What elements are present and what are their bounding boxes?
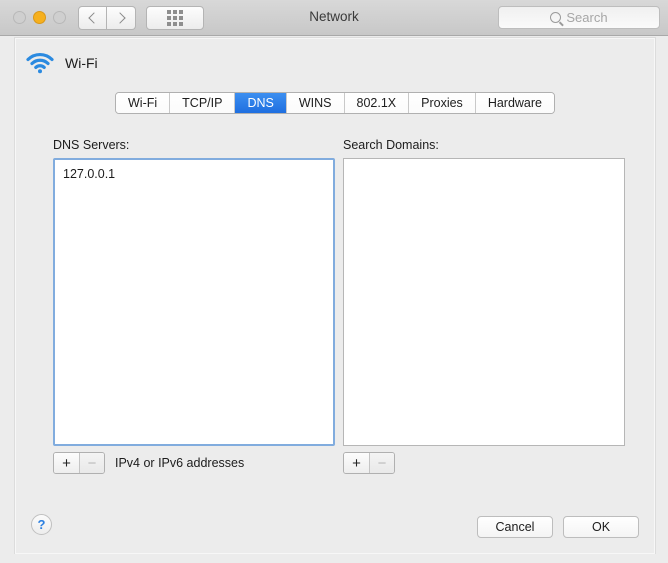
- tab-8021x[interactable]: 802.1X: [344, 93, 410, 113]
- list-item[interactable]: 127.0.0.1: [55, 160, 333, 182]
- preferences-panel: Wi-Fi Wi-Fi TCP/IP DNS WINS 802.1X Proxi…: [14, 37, 656, 554]
- tab-dns[interactable]: DNS: [235, 93, 287, 113]
- search-field[interactable]: Search: [498, 6, 660, 29]
- cancel-button[interactable]: Cancel: [477, 516, 553, 538]
- interface-header: Wi-Fi: [25, 52, 98, 74]
- dialog-actions: Cancel OK: [477, 516, 639, 538]
- search-placeholder: Search: [566, 10, 608, 25]
- dns-add-remove-group: + −: [53, 452, 105, 474]
- search-domains-section: Search Domains: + −: [343, 138, 625, 474]
- remove-dns-server-button: −: [79, 453, 104, 473]
- tab-wifi[interactable]: Wi-Fi: [116, 93, 171, 113]
- ok-button[interactable]: OK: [563, 516, 639, 538]
- help-button[interactable]: ?: [31, 514, 52, 535]
- tab-bar: Wi-Fi TCP/IP DNS WINS 802.1X Proxies Har…: [115, 92, 555, 114]
- search-domain-add-remove-group: + −: [343, 452, 395, 474]
- search-domains-list[interactable]: [343, 158, 625, 446]
- search-domains-controls: + −: [343, 452, 625, 474]
- search-domains-label: Search Domains:: [343, 138, 439, 152]
- tab-proxies[interactable]: Proxies: [409, 93, 476, 113]
- dns-servers-hint: IPv4 or IPv6 addresses: [115, 456, 245, 470]
- add-search-domain-button[interactable]: +: [344, 453, 369, 473]
- dns-servers-controls: + − IPv4 or IPv6 addresses: [53, 452, 335, 474]
- window-content: Wi-Fi Wi-Fi TCP/IP DNS WINS 802.1X Proxi…: [0, 36, 668, 563]
- tab-wins[interactable]: WINS: [286, 93, 345, 113]
- tab-tcpip[interactable]: TCP/IP: [170, 93, 236, 113]
- dns-servers-section: DNS Servers: 127.0.0.1 + − IPv4 or IPv6 …: [53, 138, 335, 474]
- add-dns-server-button[interactable]: +: [54, 453, 79, 473]
- network-preferences-window: Network Search Wi-Fi Wi-Fi TCP/IP DNS WI…: [0, 0, 668, 563]
- remove-search-domain-button: −: [369, 453, 394, 473]
- tab-hardware[interactable]: Hardware: [475, 93, 554, 113]
- dns-servers-label: DNS Servers:: [53, 138, 130, 152]
- dns-servers-list[interactable]: 127.0.0.1: [53, 158, 335, 446]
- window-titlebar: Network Search: [0, 0, 668, 36]
- interface-label: Wi-Fi: [65, 55, 98, 71]
- wifi-icon: [25, 52, 55, 74]
- search-icon: [550, 12, 562, 23]
